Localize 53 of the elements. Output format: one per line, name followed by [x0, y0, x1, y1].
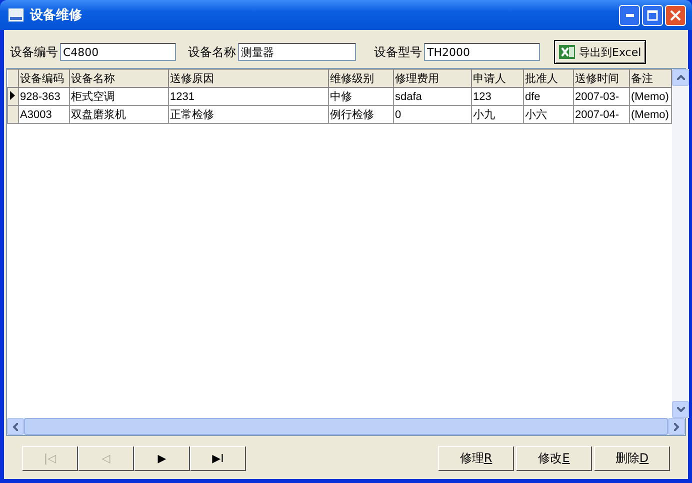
column-header[interactable]: 送修时间	[574, 70, 630, 88]
maximize-button[interactable]	[642, 4, 663, 26]
minimize-button[interactable]	[619, 4, 640, 26]
vertical-scrollbar[interactable]	[672, 69, 689, 418]
table-cell: A3003	[18, 106, 70, 124]
navigator-button[interactable]: ▶I	[190, 446, 246, 471]
scroll-down-button[interactable]	[672, 401, 689, 418]
table-cell: 正常检修	[168, 106, 328, 124]
table-cell: 小九	[472, 106, 524, 124]
scroll-up-button[interactable]	[672, 69, 689, 86]
table-cell: 中修	[328, 88, 394, 106]
current-row-icon	[10, 90, 15, 100]
table-cell: 123	[472, 88, 524, 106]
table-cell: 双盘磨浆机	[70, 106, 168, 124]
window-title: 设备维修	[30, 6, 83, 24]
column-header[interactable]: 设备名称	[70, 70, 168, 88]
spreadsheet-icon	[559, 45, 575, 59]
column-header[interactable]: 维修级别	[328, 70, 394, 88]
table-cell: 2007-04-	[574, 106, 630, 124]
table-cell: 928-363	[18, 88, 70, 106]
window-icon	[8, 8, 24, 22]
column-header[interactable]: 送修原因	[168, 70, 328, 88]
input-field[interactable]: C4800	[60, 43, 176, 61]
table-cell: 0	[394, 106, 472, 124]
maximize-icon	[647, 10, 658, 20]
table-cell: dfe	[524, 88, 574, 106]
row-indicator[interactable]	[8, 88, 18, 106]
table-cell: 柜式空调	[70, 88, 168, 106]
action-button[interactable]: 修理R	[438, 446, 514, 471]
scroll-left-button[interactable]	[7, 418, 24, 435]
action-button[interactable]: 修改E	[516, 446, 592, 471]
field-label: 设备型号	[374, 44, 422, 60]
minimize-icon	[626, 14, 634, 16]
table-cell: 1231	[168, 88, 328, 106]
column-header[interactable]: 修理费用	[394, 70, 472, 88]
close-icon	[670, 10, 681, 20]
column-header[interactable]: 批准人	[524, 70, 574, 88]
column-header[interactable]: 备注	[630, 70, 672, 88]
input-field[interactable]: 测量器	[238, 43, 356, 61]
table-cell: 小六	[524, 106, 574, 124]
column-header[interactable]: 设备编码	[18, 70, 70, 88]
table-cell: 2007-03-	[574, 88, 630, 106]
table-cell: sdafa	[394, 88, 472, 106]
input-field[interactable]: TH2000	[424, 43, 540, 61]
navigator-button[interactable]: ▶	[134, 446, 190, 471]
table-cell: 例行检修	[328, 106, 394, 124]
close-button[interactable]	[665, 4, 686, 26]
column-header[interactable]: 申请人	[472, 70, 524, 88]
field-label: 设备名称	[188, 44, 236, 60]
scroll-right-button[interactable]	[668, 418, 685, 435]
export-button[interactable]: 导出到Excel	[554, 40, 646, 64]
action-button[interactable]: 删除D	[594, 446, 670, 471]
field-label: 设备编号	[10, 44, 58, 60]
